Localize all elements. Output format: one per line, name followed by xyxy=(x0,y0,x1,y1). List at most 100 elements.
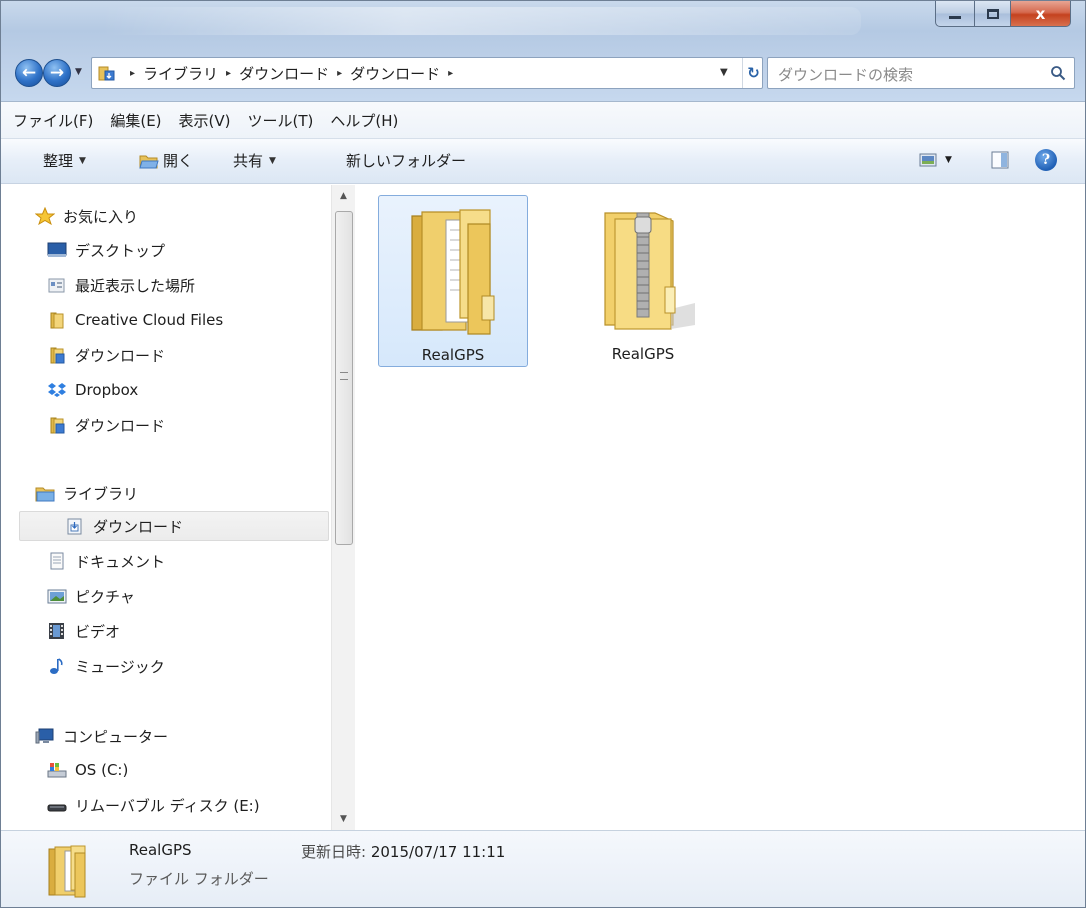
nav-item-downloads-2[interactable]: ダウンロード xyxy=(47,410,165,440)
nav-item-drive-c[interactable]: OS (C:) xyxy=(47,755,128,785)
nav-item-label: ピクチャ xyxy=(75,587,135,606)
file-name: RealGPS xyxy=(421,346,485,364)
search-input[interactable]: ダウンロードの検索 xyxy=(767,57,1075,89)
nav-item-label: Dropbox xyxy=(75,381,139,399)
maximize-button[interactable] xyxy=(975,1,1011,27)
nav-item-label: ダウンロード xyxy=(75,346,166,365)
nav-item-pictures[interactable]: ピクチャ xyxy=(47,581,135,611)
menu-view[interactable]: 表示(V) xyxy=(177,107,233,134)
star-icon xyxy=(35,207,55,225)
nav-favorites-label: お気に入り xyxy=(63,207,139,226)
nav-item-videos[interactable]: ビデオ xyxy=(47,616,120,646)
breadcrumb-downloads-sub[interactable]: ダウンロード xyxy=(350,63,440,84)
nav-item-removable-disk[interactable]: リムーバブル ディスク (E:) xyxy=(47,790,260,820)
nav-libraries[interactable]: ライブラリ xyxy=(35,478,138,508)
chevron-down-icon: ▼ xyxy=(269,155,276,166)
computer-icon xyxy=(35,728,54,744)
nav-item-documents[interactable]: ドキュメント xyxy=(47,546,165,576)
breadcrumb-downloads[interactable]: ダウンロード xyxy=(239,63,329,84)
system-drive-icon xyxy=(47,763,67,778)
chevron-down-icon: ▼ xyxy=(79,155,86,166)
refresh-button[interactable]: ↻ xyxy=(742,58,764,88)
details-modified: 更新日時: 2015/07/17 11:11 xyxy=(301,841,505,862)
folder-icon xyxy=(48,845,86,898)
nav-favorites[interactable]: お気に入り xyxy=(35,201,138,231)
explorer-window: x ← → ▼ ▸ ライブラリ ▸ ダウンロード ▸ ダウンロード ▸ ▼ ↻ … xyxy=(0,0,1086,908)
menu-file[interactable]: ファイル(F) xyxy=(11,107,95,134)
open-button[interactable]: 開く xyxy=(139,150,193,171)
refresh-icon: ↻ xyxy=(747,64,760,82)
libraries-icon xyxy=(35,487,55,502)
details-file-type: ファイル フォルダー xyxy=(129,870,269,888)
organize-button[interactable]: 整理 ▼ xyxy=(43,150,86,171)
scroll-thumb[interactable] xyxy=(335,211,353,545)
open-label: 開く xyxy=(163,152,194,170)
removable-disk-icon xyxy=(47,804,67,812)
nav-computer[interactable]: コンピューター xyxy=(35,721,168,751)
scroll-down-button[interactable]: ▼ xyxy=(332,808,355,830)
share-label: 共有 xyxy=(233,152,264,170)
address-bar[interactable]: ▸ ライブラリ ▸ ダウンロード ▸ ダウンロード ▸ ▼ ↻ xyxy=(91,57,763,89)
nav-item-label: ミュージック xyxy=(75,657,165,676)
view-options-dropdown[interactable]: ▼ xyxy=(945,149,952,171)
downloads-folder-icon xyxy=(50,417,65,434)
breadcrumb-separator[interactable]: ▸ xyxy=(448,68,453,79)
forward-button[interactable]: → xyxy=(43,59,71,87)
nav-item-desktop[interactable]: デスクトップ xyxy=(47,235,165,265)
back-arrow-icon: ← xyxy=(21,63,37,83)
nav-item-downloads[interactable]: ダウンロード xyxy=(47,340,165,370)
downloads-folder-icon xyxy=(50,347,65,364)
menu-bar: ファイル(F) 編集(E) 表示(V) ツール(T) ヘルプ(H) xyxy=(1,101,1085,139)
scroll-up-button[interactable]: ▲ xyxy=(332,185,355,207)
details-modified-value: 2015/07/17 11:11 xyxy=(370,843,506,861)
share-button[interactable]: 共有 ▼ xyxy=(233,150,276,171)
breadcrumb-libraries[interactable]: ライブラリ xyxy=(143,63,218,84)
file-list[interactable]: RealGPS RealGPS xyxy=(356,185,1085,830)
view-options-icon xyxy=(919,153,937,167)
nav-item-label: 最近表示した場所 xyxy=(75,276,196,295)
search-icon[interactable] xyxy=(1050,65,1066,81)
menu-help[interactable]: ヘルプ(H) xyxy=(328,107,400,134)
desktop-icon xyxy=(47,242,67,257)
nav-item-label: Creative Cloud Files xyxy=(75,311,224,329)
preview-pane-icon xyxy=(991,151,1009,169)
minimize-button[interactable] xyxy=(935,1,975,27)
open-folder-icon xyxy=(139,155,159,168)
breadcrumb-separator[interactable]: ▸ xyxy=(130,68,135,79)
help-button[interactable]: ? xyxy=(1035,149,1057,171)
new-folder-button[interactable]: 新しいフォルダー xyxy=(346,150,466,171)
back-button[interactable]: ← xyxy=(15,59,43,87)
nav-item-label: デスクトップ xyxy=(75,241,166,260)
nav-item-label: ダウンロード xyxy=(93,517,184,536)
breadcrumb-separator[interactable]: ▸ xyxy=(337,68,342,79)
nav-item-recent-places[interactable]: 最近表示した場所 xyxy=(47,270,195,300)
address-history-dropdown[interactable]: ▼ xyxy=(720,67,728,78)
nav-item-label: ドキュメント xyxy=(75,552,166,571)
nav-item-creative-cloud[interactable]: Creative Cloud Files xyxy=(47,305,223,335)
scroll-grip-icon xyxy=(340,372,348,380)
recent-pages-dropdown[interactable]: ▼ xyxy=(75,67,82,77)
menu-edit[interactable]: 編集(E) xyxy=(108,107,163,134)
help-icon: ? xyxy=(1035,149,1057,171)
downloads-library-icon xyxy=(67,518,82,535)
file-item-realgps-folder[interactable]: RealGPS xyxy=(378,195,528,367)
file-item-realgps-zip[interactable]: RealGPS xyxy=(568,195,718,367)
file-name: RealGPS xyxy=(611,345,675,363)
folder-icon xyxy=(50,312,64,329)
nav-item-music[interactable]: ミュージック xyxy=(47,651,165,681)
menu-tools[interactable]: ツール(T) xyxy=(246,107,316,134)
zip-folder-icon xyxy=(604,212,695,330)
nav-item-library-downloads[interactable]: ダウンロード xyxy=(19,511,329,541)
navigation-row: ← → ▼ ▸ ライブラリ ▸ ダウンロード ▸ ダウンロード ▸ ▼ ↻ ダウ… xyxy=(15,57,1075,89)
change-view-button[interactable] xyxy=(919,149,941,171)
details-modified-label: 更新日時: xyxy=(301,843,367,861)
nav-item-label: ビデオ xyxy=(75,622,121,641)
details-file-name: RealGPS xyxy=(129,841,192,859)
nav-item-dropbox[interactable]: Dropbox xyxy=(47,375,138,405)
close-button[interactable]: x xyxy=(1011,1,1071,27)
preview-pane-button[interactable] xyxy=(991,149,1009,171)
folder-icon xyxy=(411,209,495,335)
navigation-scrollbar[interactable]: ▲ ▼ xyxy=(331,185,355,830)
breadcrumb-separator[interactable]: ▸ xyxy=(226,68,231,79)
nav-item-label: リムーバブル ディスク (E:) xyxy=(75,796,260,815)
